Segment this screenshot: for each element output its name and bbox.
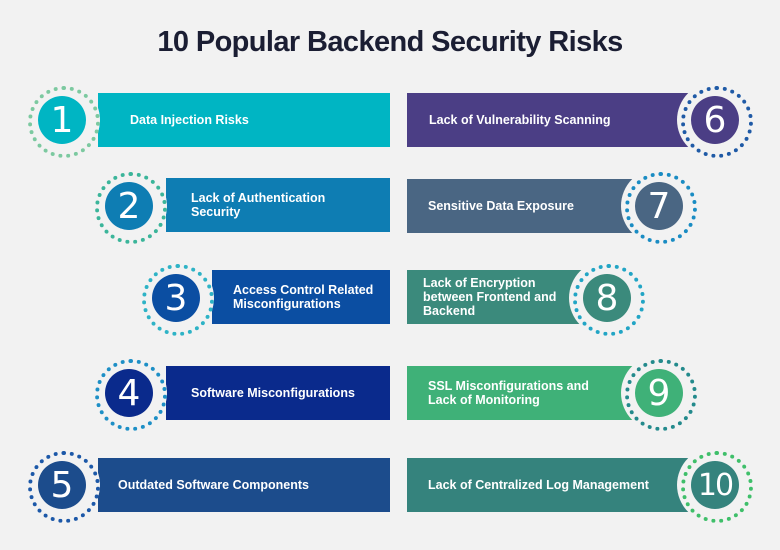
risk-bar: Software Misconfigurations [166, 366, 390, 420]
page-title: 10 Popular Backend Security Risks [157, 26, 623, 58]
risk-number: 10 [691, 461, 739, 509]
risk-number: 6 [691, 96, 739, 144]
risk-number: 3 [152, 274, 200, 322]
number-badge: 3 [138, 260, 214, 336]
risk-bar: SSL Misconfigurations and Lack of Monito… [407, 366, 637, 420]
risk-label: Sensitive Data Exposure [428, 199, 574, 213]
risk-bar: Lack of Centralized Log Management [407, 458, 697, 512]
risk-number: 1 [38, 96, 86, 144]
number-badge: 1 [24, 82, 100, 158]
number-badge: 8 [569, 260, 645, 336]
risk-number: 2 [105, 182, 153, 230]
risk-bar: Lack of Encryption between Frontend and … [407, 270, 582, 324]
risk-label: Outdated Software Components [118, 478, 309, 492]
risk-bar: Data Injection Risks [98, 93, 390, 147]
number-badge: 10 [677, 447, 753, 523]
number-badge: 6 [677, 82, 753, 158]
risk-label: Data Injection Risks [130, 113, 249, 127]
risk-label: Access Control Related Misconfigurations [233, 283, 374, 311]
risk-label: Software Misconfigurations [191, 386, 355, 400]
risk-bar: Sensitive Data Exposure [407, 179, 637, 233]
number-badge: 9 [621, 355, 697, 431]
risk-bar: Access Control Related Misconfigurations [212, 270, 390, 324]
risk-bar: Lack of Vulnerability Scanning [407, 93, 697, 147]
risk-number: 7 [635, 182, 683, 230]
risk-number: 5 [38, 461, 86, 509]
risk-label: Lack of Vulnerability Scanning [429, 113, 611, 127]
risk-bar: Outdated Software Components [98, 458, 390, 512]
risk-number: 9 [635, 369, 683, 417]
risk-label: Lack of Authentication Security [191, 191, 326, 219]
number-badge: 2 [91, 168, 167, 244]
number-badge: 7 [621, 168, 697, 244]
risk-bar: Lack of Authentication Security [166, 178, 390, 232]
number-badge: 5 [24, 447, 100, 523]
risk-label: SSL Misconfigurations and Lack of Monito… [428, 379, 589, 407]
risk-label: Lack of Encryption between Frontend and … [423, 276, 557, 318]
number-badge: 4 [91, 355, 167, 431]
risk-number: 4 [105, 369, 153, 417]
risk-number: 8 [583, 274, 631, 322]
risk-label: Lack of Centralized Log Management [428, 478, 649, 492]
